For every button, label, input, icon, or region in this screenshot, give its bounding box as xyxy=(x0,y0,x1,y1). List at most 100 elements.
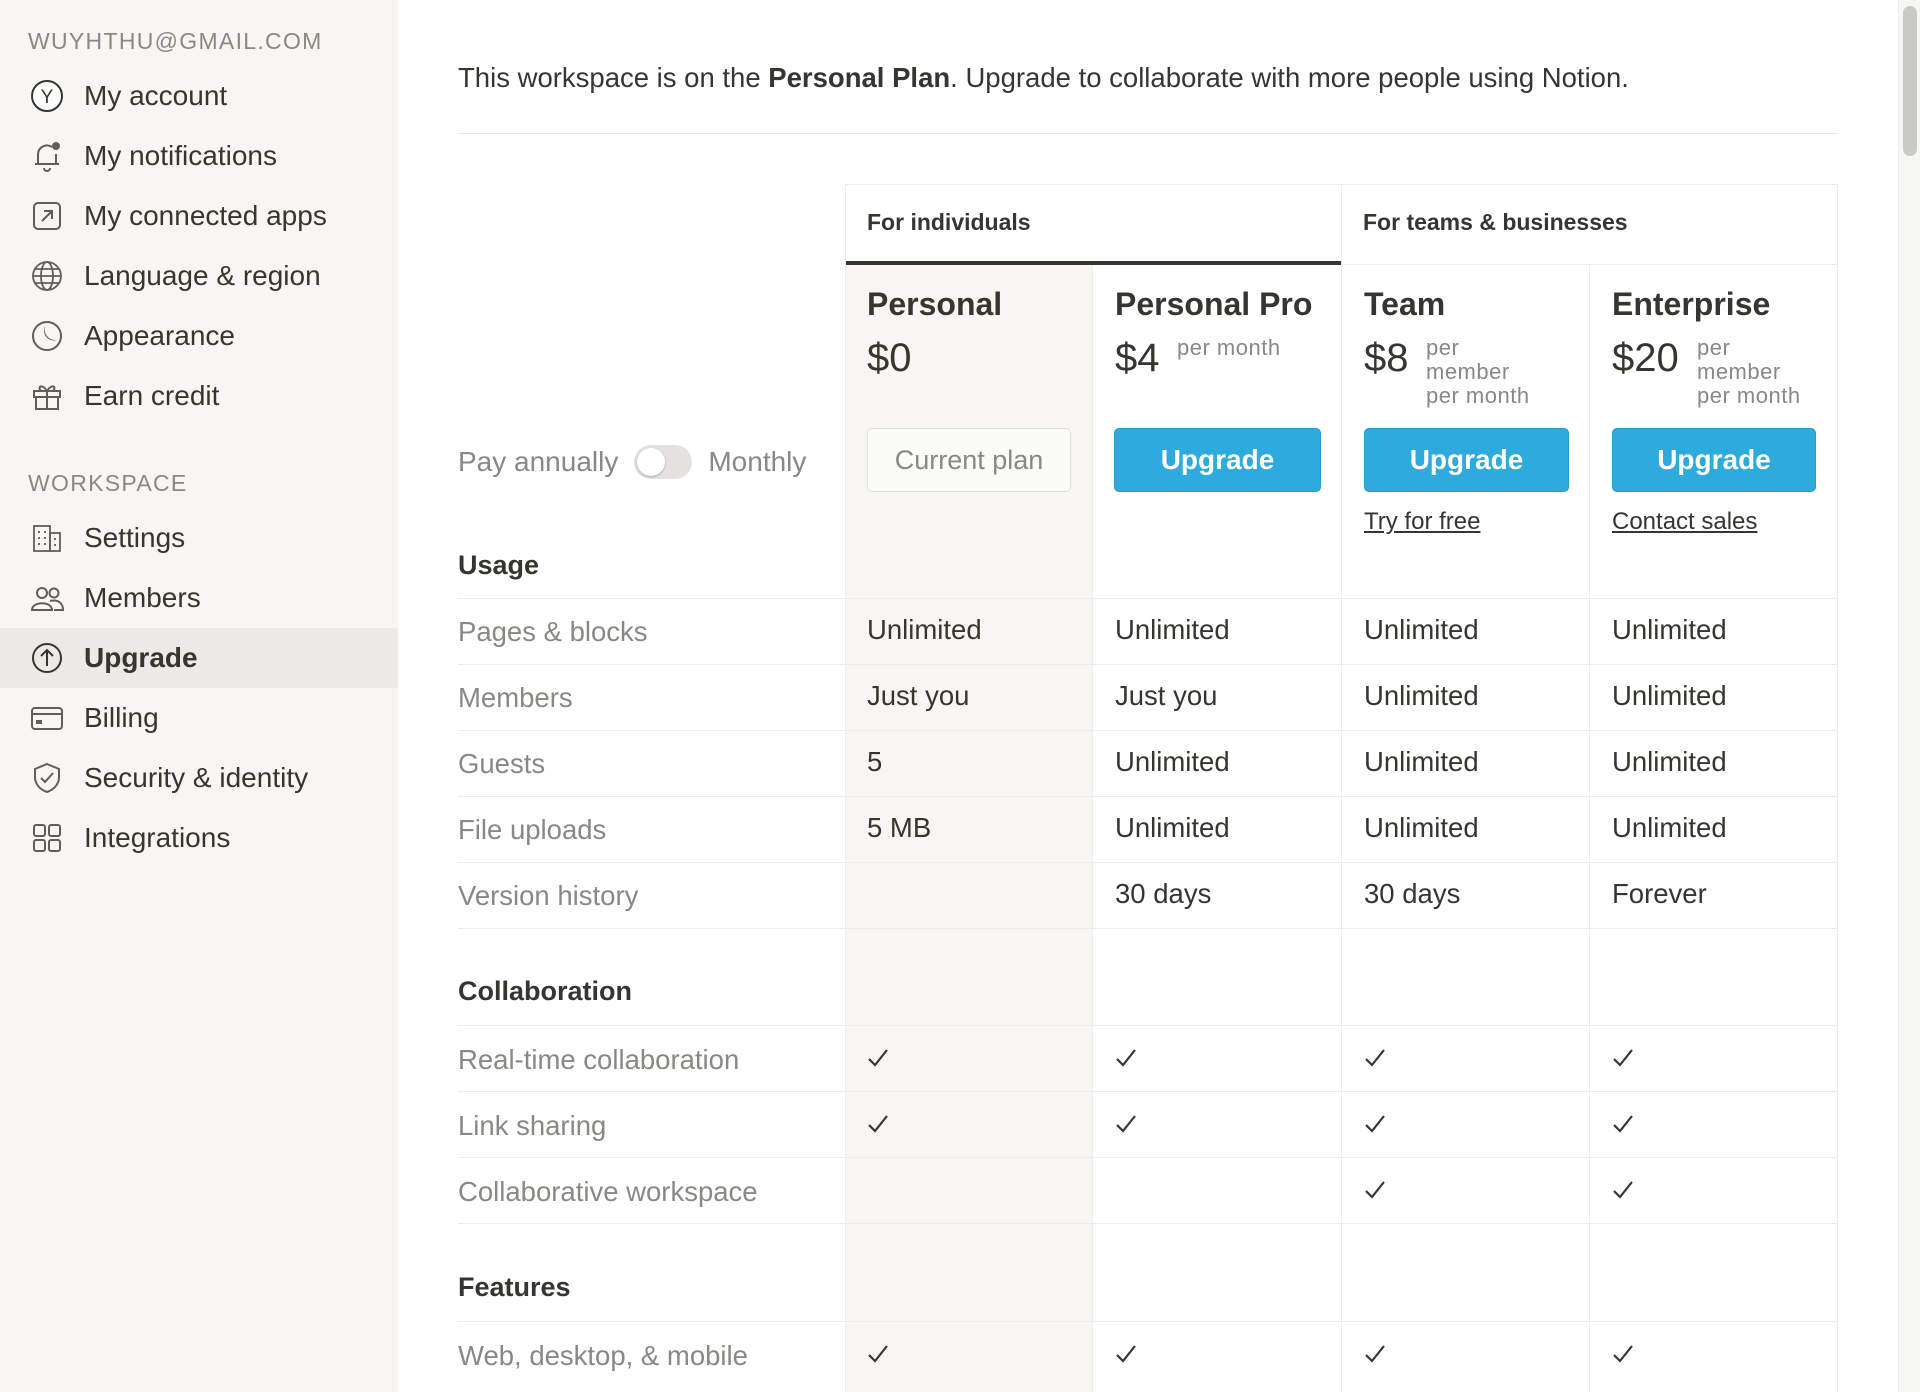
checkmark-icon xyxy=(1365,1115,1385,1133)
feature-label: Members xyxy=(458,682,573,713)
pay-annually-label: Pay annually xyxy=(458,446,619,477)
sidebar-item-security-identity[interactable]: Security & identity xyxy=(0,748,398,808)
sidebar-item-label: My notifications xyxy=(84,140,277,171)
table-cell: Unlimited xyxy=(1612,746,1727,777)
row-divider xyxy=(458,1091,1837,1092)
sidebar-item-members[interactable]: Members xyxy=(0,568,398,628)
checkmark-icon xyxy=(1365,1345,1385,1363)
checkmark-icon xyxy=(868,1345,888,1363)
feature-label: Version history xyxy=(458,880,639,911)
checkmark-icon xyxy=(1613,1181,1633,1199)
table-cell: Unlimited xyxy=(1364,746,1479,777)
row-divider xyxy=(458,664,1837,665)
bell-icon xyxy=(28,137,66,175)
checkmark-icon xyxy=(1116,1345,1136,1363)
grid-icon xyxy=(28,819,66,857)
table-cell: Unlimited xyxy=(1364,614,1479,645)
table-cell: 30 days xyxy=(1364,878,1461,909)
column-divider xyxy=(1341,184,1342,1392)
row-divider xyxy=(458,1321,1837,1322)
table-cell: Unlimited xyxy=(1612,614,1727,645)
table-cell: 30 days xyxy=(1115,878,1212,909)
checkmark-icon xyxy=(1365,1049,1385,1067)
toggle-knob xyxy=(637,448,666,476)
table-cell: Just you xyxy=(867,680,970,711)
globe-icon xyxy=(28,257,66,295)
row-divider xyxy=(458,796,1837,797)
sidebar-item-settings[interactable]: Settings xyxy=(0,508,398,568)
workspace-heading: WORKSPACE xyxy=(28,470,188,496)
sidebar-item-label: My connected apps xyxy=(84,200,327,231)
feature-label: Real-time collaboration xyxy=(458,1044,740,1075)
table-cell: Unlimited xyxy=(1364,680,1479,711)
feature-label: Collaborative workspace xyxy=(458,1176,758,1207)
checkmark-icon xyxy=(1613,1345,1633,1363)
section-title-collaboration: Collaboration xyxy=(458,976,632,1006)
sidebar-item-my-connected-apps[interactable]: My connected apps xyxy=(0,186,398,246)
scrollbar-thumb[interactable] xyxy=(1903,6,1917,156)
upgrade-page: This workspace is on the Personal Plan. … xyxy=(398,0,1920,1392)
group-header-individuals: For individuals xyxy=(867,208,1031,235)
avatar-letter: Y xyxy=(41,87,54,108)
plan-name-personal: Personal xyxy=(867,286,1003,322)
table-cell: Unlimited xyxy=(867,614,982,645)
section-title-features: Features xyxy=(458,1272,571,1302)
plan-price-enterprise: $20 xyxy=(1612,336,1679,380)
table-cell: Unlimited xyxy=(1115,614,1230,645)
sidebar-item-label: Integrations xyxy=(84,822,231,853)
shield-check-icon xyxy=(28,759,66,797)
row-divider xyxy=(458,862,1837,863)
feature-label: File uploads xyxy=(458,814,607,845)
sidebar-item-label: Earn credit xyxy=(84,380,220,411)
checkmark-icon xyxy=(1116,1049,1136,1067)
billing-period-toggle[interactable] xyxy=(634,445,693,479)
sidebar-item-label: Language & region xyxy=(84,260,321,291)
sidebar-item-appearance[interactable]: Appearance xyxy=(0,306,398,366)
row-divider xyxy=(458,730,1837,731)
column-divider xyxy=(1837,184,1838,1392)
row-divider xyxy=(458,598,1837,599)
credit-card-icon xyxy=(28,699,66,737)
group-header-teams: For teams & businesses xyxy=(1363,208,1628,235)
sidebar-item-my-notifications[interactable]: My notifications xyxy=(0,126,398,186)
row-divider xyxy=(458,1157,1837,1158)
upgrade-enterprise-button[interactable]: Upgrade xyxy=(1612,428,1816,492)
column-divider xyxy=(845,184,846,1392)
row-divider xyxy=(458,928,1837,929)
account-email: WUYHTHU@GMAIL.COM xyxy=(28,28,323,54)
table-cell: Unlimited xyxy=(1612,680,1727,711)
checkmark-icon xyxy=(868,1115,888,1133)
sidebar-item-integrations[interactable]: Integrations xyxy=(0,808,398,868)
checkmark-icon xyxy=(1613,1115,1633,1133)
sidebar-item-label: Billing xyxy=(84,702,159,733)
table-cell: Just you xyxy=(1115,680,1218,711)
upgrade-personal-pro-button[interactable]: Upgrade xyxy=(1114,428,1321,492)
checkmark-icon xyxy=(868,1049,888,1067)
avatar-y-icon: Y xyxy=(28,77,66,115)
try-for-free-link[interactable]: Try for free xyxy=(1364,508,1480,536)
sidebar-item-earn-credit[interactable]: Earn credit xyxy=(0,366,398,426)
sidebar-item-billing[interactable]: Billing xyxy=(0,688,398,748)
upgrade-team-button[interactable]: Upgrade xyxy=(1364,428,1569,492)
row-divider xyxy=(458,1025,1837,1026)
checkmark-icon xyxy=(1613,1049,1633,1067)
plan-unit-enterprise: per member per month xyxy=(1697,335,1801,408)
sidebar-item-my-account[interactable]: Y My account xyxy=(0,66,398,126)
plan-unit-team: per member per month xyxy=(1426,335,1530,408)
plan-name-enterprise: Enterprise xyxy=(1612,286,1771,322)
contact-sales-link[interactable]: Contact sales xyxy=(1612,508,1757,536)
table-cell: Unlimited xyxy=(1115,746,1230,777)
sidebar-item-label: Appearance xyxy=(84,320,236,351)
gift-icon xyxy=(28,377,66,415)
plan-price-personal-pro: $4 xyxy=(1115,336,1160,380)
scrollbar[interactable] xyxy=(1898,0,1920,1392)
feature-label: Link sharing xyxy=(458,1110,607,1141)
sidebar-item-language-region[interactable]: Language & region xyxy=(0,246,398,306)
arrow-up-circle-icon xyxy=(28,639,66,677)
individuals-tab-underline xyxy=(845,261,1341,265)
sidebar-item-upgrade[interactable]: Upgrade xyxy=(0,628,398,688)
table-cell: Unlimited xyxy=(1612,812,1727,843)
settings-sidebar: WUYHTHU@GMAIL.COM Y My account My notifi… xyxy=(0,0,398,1392)
plan-name-team: Team xyxy=(1364,286,1446,322)
arrow-up-right-box-icon xyxy=(28,197,66,235)
